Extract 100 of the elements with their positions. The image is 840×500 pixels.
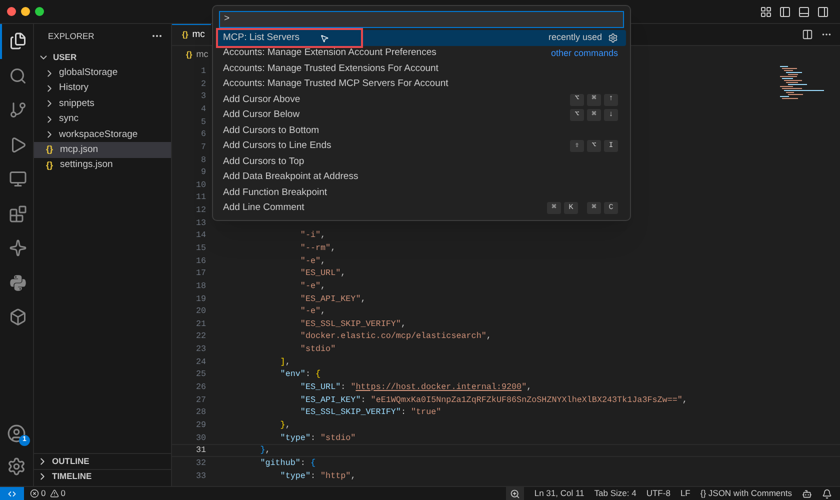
- gear-icon[interactable]: [608, 32, 618, 43]
- command-input[interactable]: >: [219, 11, 624, 28]
- command-item[interactable]: Accounts: Manage Extension Account Preferences other commands: [217, 46, 626, 61]
- recently-used-label: recently used: [548, 31, 602, 44]
- command-label: Accounts: Manage Extension Account Preferences: [223, 46, 436, 60]
- code-line: "stdio": [299, 343, 336, 356]
- tree-item[interactable]: globalStorage: [34, 65, 171, 81]
- panel-left-icon[interactable]: [779, 6, 791, 18]
- line-number: 23: [194, 343, 206, 356]
- branch-icon[interactable]: [8, 101, 26, 120]
- command-item[interactable]: Add Cursors to Top: [217, 154, 626, 170]
- problems-button[interactable]: 0 0: [30, 487, 68, 500]
- code-line: },: [259, 444, 270, 457]
- code-line: ],: [279, 356, 290, 368]
- zoom-button[interactable]: [506, 487, 524, 500]
- close-window-button[interactable]: [7, 7, 16, 16]
- panel-right-icon[interactable]: [817, 6, 829, 18]
- account-icon[interactable]: [7, 424, 26, 443]
- search-icon[interactable]: [8, 66, 26, 85]
- code-line: "--rm",: [299, 242, 336, 255]
- minimap-drawing: [780, 66, 824, 99]
- line-number: 26: [194, 381, 206, 394]
- command-label: Accounts: Manage Trusted Extensions For Account: [223, 62, 438, 76]
- sidebar-title: EXPLORER: [48, 30, 94, 42]
- python-icon[interactable]: [8, 274, 26, 292]
- line-number: 22: [194, 330, 206, 344]
- code-line: "-e",: [299, 254, 326, 268]
- warning-icon: [50, 489, 59, 498]
- command-label: Add Cursor Above: [223, 92, 300, 107]
- box-icon[interactable]: [8, 308, 26, 326]
- status-item[interactable]: UTF-8: [646, 487, 670, 500]
- status-item[interactable]: LF: [680, 487, 690, 500]
- command-item[interactable]: Accounts: Manage Trusted MCP Servers For Account: [217, 76, 626, 92]
- line-number: 12: [194, 204, 206, 217]
- code-line: "-e",: [299, 305, 326, 318]
- line-number: 8: [200, 154, 206, 166]
- robot-icon[interactable]: [802, 488, 812, 498]
- remote-button[interactable]: [0, 487, 24, 500]
- sparkle-icon[interactable]: [8, 239, 26, 258]
- command-item[interactable]: Add Data Breakpoint at Address: [217, 170, 626, 185]
- code-line: "ES_SSL_SKIP_VERIFY",: [299, 318, 406, 330]
- command-label: Add Cursor Below: [223, 108, 300, 122]
- status-item[interactable]: Tab Size: 4: [594, 487, 636, 500]
- code-line: "docker.elastic.co/mcp/elasticsearch",: [299, 330, 492, 344]
- line-number: 13: [194, 216, 206, 230]
- command-label: Add Function Breakpoint: [223, 186, 328, 200]
- folder-name: snippets: [59, 96, 94, 111]
- line-number: 18: [194, 280, 206, 293]
- tree-item[interactable]: USER: [34, 50, 171, 66]
- panel-section-header[interactable]: OUTLINE: [34, 453, 171, 468]
- command-label: Accounts: Manage Trusted MCP Servers For Account: [223, 77, 448, 92]
- layout-icon[interactable]: [760, 6, 772, 18]
- code-line: "type": "http",: [279, 470, 356, 482]
- command-item[interactable]: Add Cursors to Bottom: [217, 123, 626, 138]
- file-name: mcp.json: [60, 142, 98, 157]
- command-item[interactable]: Add Function Breakpoint: [217, 185, 626, 200]
- other-commands-link[interactable]: other commands: [550, 46, 618, 60]
- tree-item[interactable]: {} settings.json: [34, 158, 171, 174]
- line-number: 17: [194, 267, 206, 280]
- tree-item[interactable]: {} mcp.json: [34, 142, 171, 158]
- line-number: 32: [194, 456, 206, 470]
- tree-item[interactable]: snippets: [34, 96, 171, 112]
- panel-section-header[interactable]: TIMELINE: [34, 468, 171, 484]
- files-icon[interactable]: [8, 32, 26, 50]
- minimize-window-button[interactable]: [21, 7, 30, 16]
- line-number: 5: [200, 116, 206, 128]
- code-line: "github": {: [259, 456, 316, 470]
- line-number: 15: [194, 242, 206, 255]
- command-item[interactable]: Accounts: Manage Trusted Extensions For Account: [217, 61, 626, 76]
- pointer-icon: [320, 34, 329, 43]
- status-item[interactable]: {} JSON with Comments: [700, 487, 792, 500]
- command-label: Add Cursors to Line Ends: [223, 139, 332, 154]
- line-number: 6: [200, 128, 206, 141]
- code-line: "ES_URL": "https://host.docker.internal:9200",: [299, 381, 532, 394]
- editor-tab[interactable]: {} mc: [172, 24, 211, 45]
- command-item[interactable]: MCP: List Servers recently used: [217, 30, 626, 46]
- line-number: 4: [200, 102, 206, 116]
- status-item[interactable]: Ln 31, Col 11: [534, 487, 584, 500]
- line-number: 2: [200, 78, 206, 90]
- folder-name: History: [59, 81, 89, 96]
- line-number: 21: [194, 318, 206, 330]
- split-editor-icon[interactable]: [802, 29, 813, 40]
- line-number: 27: [194, 394, 206, 406]
- tree-item[interactable]: workspaceStorage: [34, 126, 171, 142]
- line-number: 1: [200, 65, 206, 78]
- blocks-icon[interactable]: [8, 204, 26, 223]
- tree-item[interactable]: History: [34, 80, 171, 96]
- folder-name: workspaceStorage: [59, 128, 138, 142]
- settings-icon[interactable]: [7, 457, 26, 476]
- maximize-window-button[interactable]: [35, 7, 44, 16]
- code-line: "env": {: [279, 368, 321, 381]
- bell-icon[interactable]: [822, 488, 832, 498]
- code-line: "-e",: [299, 280, 326, 293]
- breadcrumb[interactable]: mc: [196, 48, 208, 62]
- panel-bottom-icon[interactable]: [798, 6, 810, 18]
- tree-item[interactable]: sync: [34, 112, 171, 127]
- code-line: "ES_API_KEY": "eE1WQmxKa0I5NnpZa1ZqRFZkUF86SnZoSHZNYXlheXlBX243Tk1Ja3FsZw==",: [299, 394, 688, 406]
- line-number: 28: [194, 406, 206, 419]
- monitor-icon[interactable]: [8, 170, 26, 188]
- section-title: OUTLINE: [52, 454, 90, 468]
